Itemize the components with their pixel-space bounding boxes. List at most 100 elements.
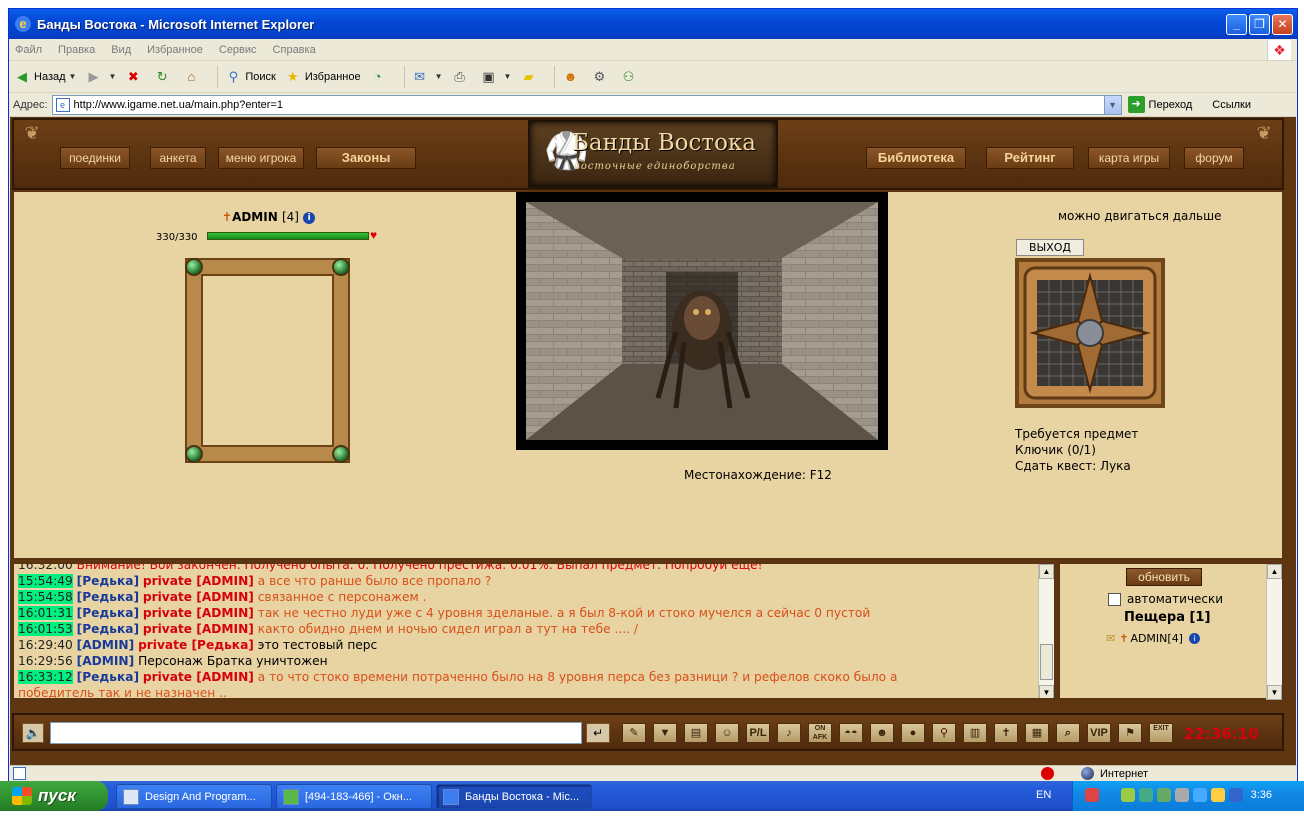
menu-view[interactable]: Вид [111, 44, 131, 56]
forward-button[interactable]: ▶ ▼ [84, 68, 116, 86]
player-name[interactable]: ✝ADMIN [4] i [222, 210, 316, 224]
tray-icon[interactable] [1121, 788, 1135, 802]
equipment-frame[interactable] [185, 258, 350, 463]
taskbar-item-browser[interactable]: Банды Востока - Mic... [436, 784, 592, 809]
scroll-down-icon[interactable]: ▼ [1267, 685, 1282, 700]
network-icon[interactable] [1085, 788, 1099, 802]
tray-icon[interactable] [1229, 788, 1243, 802]
tray-icon[interactable] [1139, 788, 1153, 802]
nav-game-map[interactable]: карта игры [1088, 147, 1170, 169]
clear-icon[interactable]: ✎ [622, 723, 646, 743]
pl-icon[interactable]: P/L [746, 723, 770, 743]
scroll-thumb[interactable] [1040, 644, 1053, 680]
game-logo[interactable]: 🥋 Банды Востока восточные единоборства [528, 120, 778, 188]
afk-icon[interactable]: ON AFK [808, 723, 832, 743]
edit-button[interactable]: ▣ ▼ [480, 68, 511, 86]
research-button[interactable]: ⚙ [590, 68, 611, 86]
room-scrollbar[interactable]: ▲ ▼ [1266, 564, 1282, 700]
nav-rating[interactable]: Рейтинг [986, 147, 1074, 169]
nav-profile[interactable]: анкета [150, 147, 206, 169]
chat-nick[interactable]: [Редька] [77, 606, 139, 620]
filter-icon[interactable]: ▼ [653, 723, 677, 743]
chat-scrollbar[interactable]: ▲ ▼ [1038, 564, 1054, 698]
address-input[interactable]: e http://www.igame.net.ua/main.php?enter… [51, 94, 1122, 115]
taskbar-item-design[interactable]: Design And Program... [116, 784, 272, 809]
home-button[interactable]: ⌂ [182, 68, 203, 86]
refresh-button[interactable]: обновить [1126, 568, 1202, 586]
private-message-icon[interactable]: ✉ [1106, 632, 1115, 645]
stop-button[interactable]: ✖ [124, 68, 145, 86]
favorites-button[interactable]: ★ Избранное [284, 68, 361, 86]
room-user-item[interactable]: ✉ ✝ ADMIN[4] i [1106, 632, 1200, 645]
compass-navigator[interactable] [1015, 258, 1165, 408]
menu-file[interactable]: Файл [15, 44, 42, 56]
menu-help[interactable]: Справка [273, 44, 316, 56]
menu-favorites[interactable]: Избранное [147, 44, 203, 56]
smile-translit-icon[interactable]: ☺ [715, 723, 739, 743]
bomb-icon[interactable]: ● [901, 723, 925, 743]
cross-icon[interactable]: ✝ [994, 723, 1018, 743]
music-icon[interactable]: ♪ [777, 723, 801, 743]
search-icon[interactable]: ⌕ [1056, 723, 1080, 743]
links-button[interactable]: Ссылки [1212, 99, 1251, 111]
auto-refresh[interactable]: автоматически [1108, 592, 1223, 606]
tray-icon[interactable] [1175, 788, 1189, 802]
language-indicator[interactable]: EN [1036, 789, 1051, 801]
nav-library[interactable]: Библиотека [866, 147, 966, 169]
tray-icon[interactable] [1193, 788, 1207, 802]
start-button[interactable]: пуск [0, 781, 108, 811]
chat-private-tag[interactable]: private [ADMIN] [143, 670, 254, 684]
chat-private-tag[interactable]: private [Редька] [138, 638, 254, 652]
close-button[interactable]: ✕ [1272, 13, 1293, 35]
taskbar-item-chat[interactable]: [494-183-466] - Окн... [276, 784, 432, 809]
bag-icon[interactable]: ⚲ [932, 723, 956, 743]
log-icon[interactable]: ▤ [684, 723, 708, 743]
chevron-down-icon[interactable]: ▼ [1103, 95, 1121, 114]
chat-nick[interactable]: [Редька] [77, 574, 139, 588]
nav-player-menu[interactable]: меню игрока [218, 147, 304, 169]
inventory-icon[interactable]: ▥ [963, 723, 987, 743]
info-icon[interactable]: i [1188, 633, 1200, 644]
go-button[interactable]: ➜ Переход [1127, 96, 1192, 113]
history-button[interactable]: ◔ [369, 68, 390, 86]
discuss-button[interactable]: ▰ [519, 68, 540, 86]
chat-private-tag[interactable]: private [ADMIN] [143, 606, 254, 620]
tray-clock[interactable]: 3:36 [1251, 789, 1272, 801]
smiley-icon[interactable]: ☻ [870, 723, 894, 743]
scroll-up-icon[interactable]: ▲ [1039, 564, 1054, 579]
sound-icon[interactable]: 🔈 [22, 723, 44, 743]
menu-tools[interactable]: Сервис [219, 44, 257, 56]
messenger-button[interactable]: ☻ [561, 68, 582, 86]
extra-button[interactable]: ⚇ [619, 68, 640, 86]
vip-icon[interactable]: VIP [1087, 723, 1111, 743]
exit-button[interactable]: ВЫХОД [1016, 239, 1084, 256]
chat-nick[interactable]: [Редька] [77, 590, 139, 604]
chat-log[interactable]: 16:32:00 Внимание! Бой закончен. Получен… [12, 562, 1056, 700]
auto-refresh-checkbox[interactable] [1108, 592, 1121, 606]
nav-laws[interactable]: Законы [316, 147, 416, 169]
back-button[interactable]: ◀ Назад ▼ [13, 68, 76, 86]
send-icon[interactable]: ↵ [586, 723, 610, 743]
mail-button[interactable]: ✉ ▼ [411, 68, 442, 86]
glasses-icon[interactable]: ◓◓ [839, 723, 863, 743]
chat-private-tag[interactable]: private [ADMIN] [143, 574, 254, 588]
chat-input[interactable] [50, 722, 582, 744]
exit-icon[interactable]: EXIT [1149, 723, 1173, 743]
dungeon-view[interactable] [526, 202, 878, 440]
chat-private-tag[interactable]: private [ADMIN] [143, 622, 254, 636]
chat-nick[interactable]: [Редька] [77, 622, 139, 636]
tray-icon[interactable] [1157, 788, 1171, 802]
chat-nick[interactable]: [ADMIN] [77, 654, 135, 668]
print-button[interactable]: ⎙ [451, 68, 472, 86]
tray-icon[interactable] [1211, 788, 1225, 802]
popup-blocked-icon[interactable] [1041, 767, 1054, 780]
scroll-down-icon[interactable]: ▼ [1039, 685, 1054, 698]
menu-edit[interactable]: Правка [58, 44, 95, 56]
chat-nick[interactable]: [ADMIN] [77, 638, 135, 652]
info-icon[interactable]: i [303, 211, 316, 224]
nav-fights[interactable]: поединки [60, 147, 130, 169]
search-button[interactable]: ⚲ Поиск [224, 68, 276, 86]
refresh-page-button[interactable]: ↻ [153, 68, 174, 86]
chat-private-tag[interactable]: private [ADMIN] [143, 590, 254, 604]
nav-forum[interactable]: форум [1184, 147, 1244, 169]
